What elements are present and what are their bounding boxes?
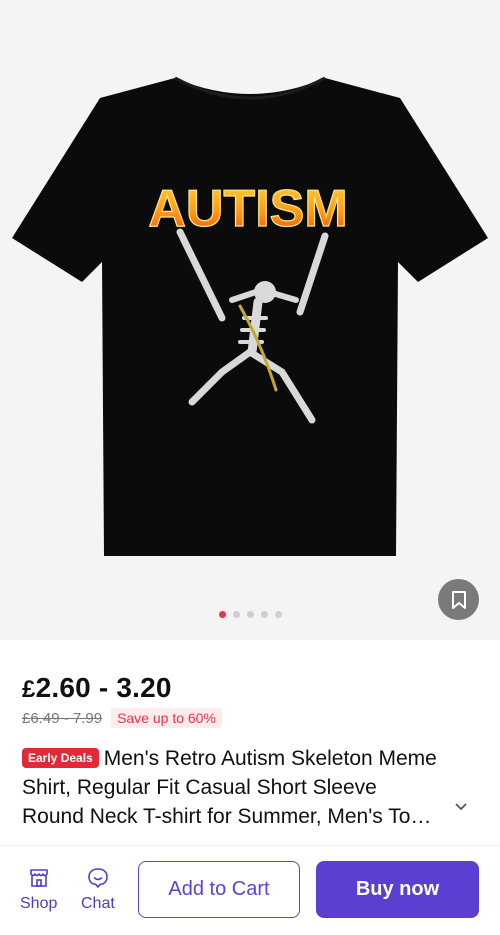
product-image-gallery[interactable]: AUTISM	[0, 0, 500, 640]
pagination-dot[interactable]	[246, 611, 254, 618]
product-title-block[interactable]: Early Deals Men's Retro Autism Skeleton M…	[22, 744, 478, 831]
shop-label: Shop	[20, 895, 58, 912]
early-deals-badge: Early Deals	[22, 748, 99, 768]
pagination-dot[interactable]	[232, 611, 240, 618]
pagination-dot-active[interactable]	[218, 611, 226, 618]
image-pagination-dots[interactable]	[0, 611, 500, 618]
chat-button[interactable]: Chat	[81, 866, 115, 913]
bookmark-icon	[451, 590, 466, 609]
pagination-dot[interactable]	[260, 611, 268, 618]
product-image[interactable]: AUTISM	[0, 0, 500, 600]
buy-now-button[interactable]: Buy now	[316, 861, 479, 918]
price-range: £2.60 - 3.20	[22, 672, 172, 704]
product-title: Early Deals Men's Retro Autism Skeleton M…	[22, 744, 478, 831]
chevron-down-icon	[455, 803, 467, 811]
original-price-row: £6.49 - 7.99 Save up to 60%	[22, 708, 222, 728]
original-price: £6.49 - 7.99	[22, 709, 103, 727]
currency-symbol: £	[22, 676, 36, 703]
bottom-action-bar: Shop Chat Add to Cart Buy now	[0, 846, 500, 935]
price-value: 2.60 - 3.20	[35, 672, 172, 703]
shop-icon	[29, 869, 48, 887]
pagination-dot[interactable]	[274, 611, 282, 618]
chat-label: Chat	[81, 895, 115, 912]
save-badge: Save up to 60%	[111, 708, 222, 728]
shop-button[interactable]: Shop	[20, 866, 57, 913]
expand-title-button[interactable]	[454, 802, 468, 812]
add-to-cart-button[interactable]: Add to Cart	[138, 861, 300, 918]
chat-icon	[88, 868, 108, 888]
